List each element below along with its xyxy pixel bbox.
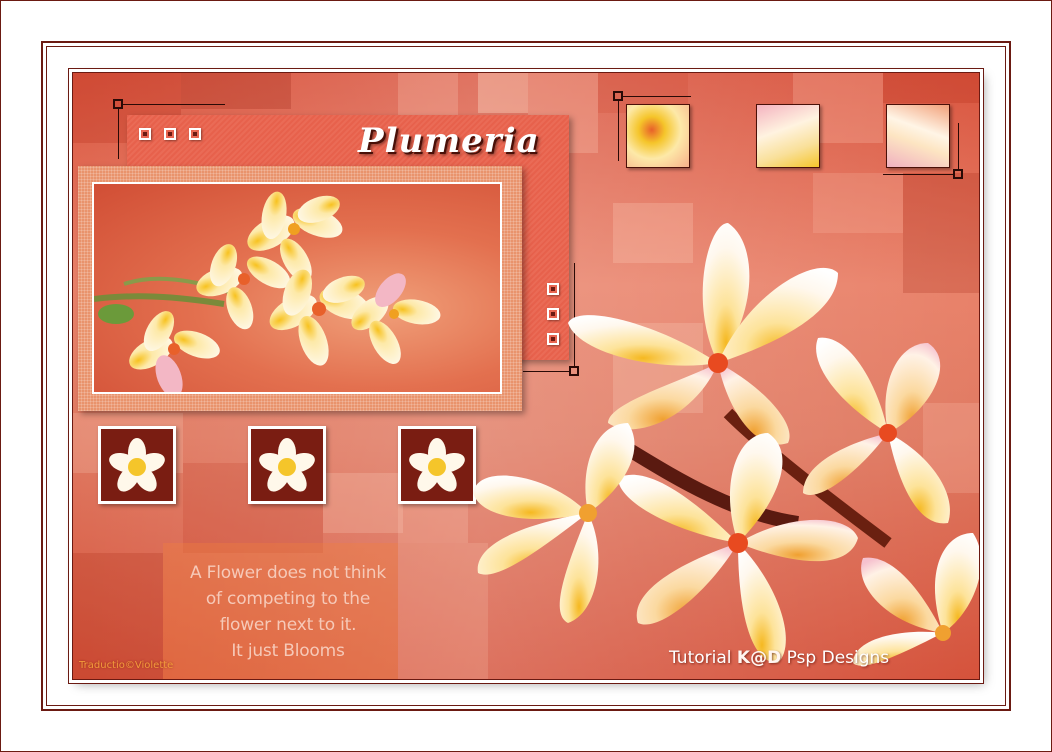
credit-prefix: Tutorial (669, 648, 732, 668)
page-title: Plumeria (358, 121, 540, 161)
guide-line (623, 96, 691, 97)
thumbnail[interactable] (626, 104, 690, 168)
kad-logo: K@D (736, 648, 782, 668)
corner-marker (953, 169, 963, 179)
quote-line: of competing to the (205, 589, 371, 609)
flower (853, 533, 979, 666)
guide-line (958, 123, 959, 169)
square-button[interactable] (189, 128, 201, 140)
guide-line (123, 104, 225, 105)
flower-icon (409, 438, 465, 492)
flower (568, 223, 838, 445)
corner-marker (113, 99, 123, 109)
guide-line (118, 109, 119, 159)
quote-text: A Flower does not think of competing to … (178, 560, 398, 664)
square-button[interactable] (164, 128, 176, 140)
flower-cluster-illustration (94, 191, 441, 392)
guide-line (618, 101, 619, 161)
thumbnail[interactable] (756, 104, 820, 168)
large-flower-cluster (473, 223, 979, 666)
thumbnail[interactable] (886, 104, 950, 168)
quote-line: A Flower does not think (189, 563, 387, 583)
flower-tile[interactable] (248, 426, 326, 504)
flower (473, 423, 635, 623)
plumeria-photo (92, 182, 502, 394)
flower-icon (109, 438, 165, 492)
tutorial-credit: Tutorial K@D Psp Designs (669, 648, 889, 668)
artwork-canvas: Plumeria A Flower does not think of comp… (72, 72, 980, 680)
flower-tile[interactable] (398, 426, 476, 504)
translator-credit: Traductio©Violette (79, 660, 174, 671)
flower (129, 311, 220, 392)
guide-line (883, 174, 953, 175)
credit-suffix: Psp Designs (786, 648, 890, 668)
corner-marker (613, 91, 623, 101)
square-button[interactable] (139, 128, 151, 140)
quote-line: It just Blooms (231, 641, 345, 661)
quote-line: flower next to it. (219, 615, 357, 635)
flower-icon (259, 438, 315, 492)
flower-tile[interactable] (98, 426, 176, 504)
